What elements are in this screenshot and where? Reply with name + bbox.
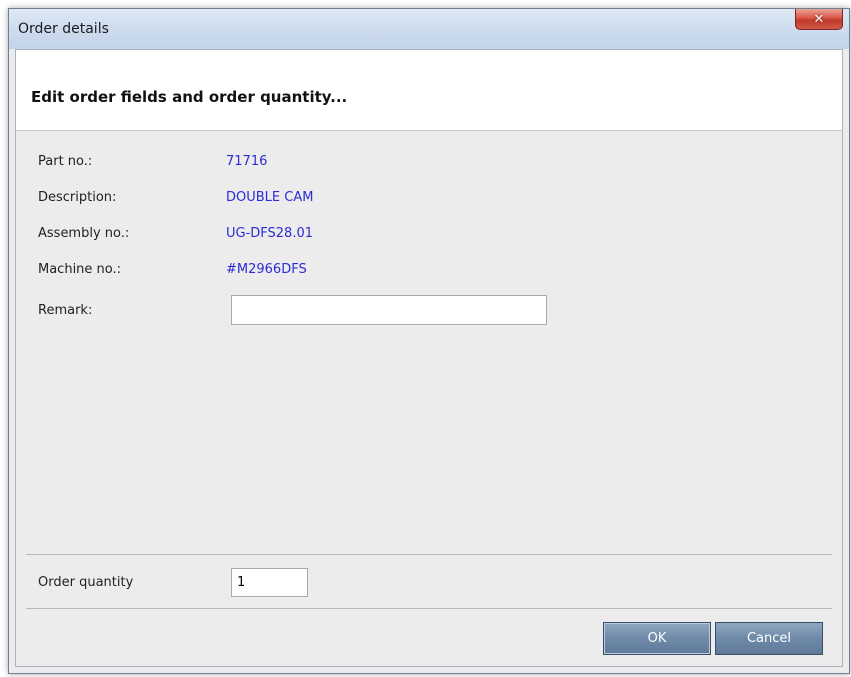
- part-no-label: Part no.:: [38, 154, 93, 169]
- description-label: Description:: [38, 190, 117, 205]
- assembly-no-label: Assembly no.:: [38, 226, 130, 241]
- header-panel: Edit order fields and order quantity...: [16, 50, 842, 131]
- ok-button[interactable]: OK: [603, 622, 711, 655]
- assembly-no-value: UG-DFS28.01: [226, 226, 314, 241]
- order-quantity-label: Order quantity: [38, 575, 134, 590]
- close-button[interactable]: ✕: [795, 9, 843, 30]
- description-value: DOUBLE CAM: [226, 190, 314, 205]
- dialog-content: Edit order fields and order quantity... …: [15, 49, 843, 667]
- cancel-button[interactable]: Cancel: [715, 622, 823, 655]
- divider-bottom: [26, 608, 832, 609]
- remark-label: Remark:: [38, 303, 93, 318]
- part-no-value: 71716: [226, 154, 268, 169]
- machine-no-value: #M2966DFS: [226, 262, 307, 277]
- header-title: Edit order fields and order quantity...: [31, 88, 348, 106]
- order-quantity-input[interactable]: [231, 568, 308, 597]
- close-icon: ✕: [813, 11, 825, 27]
- divider-top: [26, 554, 832, 555]
- machine-no-label: Machine no.:: [38, 262, 122, 277]
- window-title: Order details: [18, 21, 109, 37]
- title-bar[interactable]: Order details ✕: [9, 9, 849, 49]
- order-details-dialog: Order details ✕ Edit order fields and or…: [8, 8, 850, 674]
- remark-input[interactable]: [231, 295, 547, 325]
